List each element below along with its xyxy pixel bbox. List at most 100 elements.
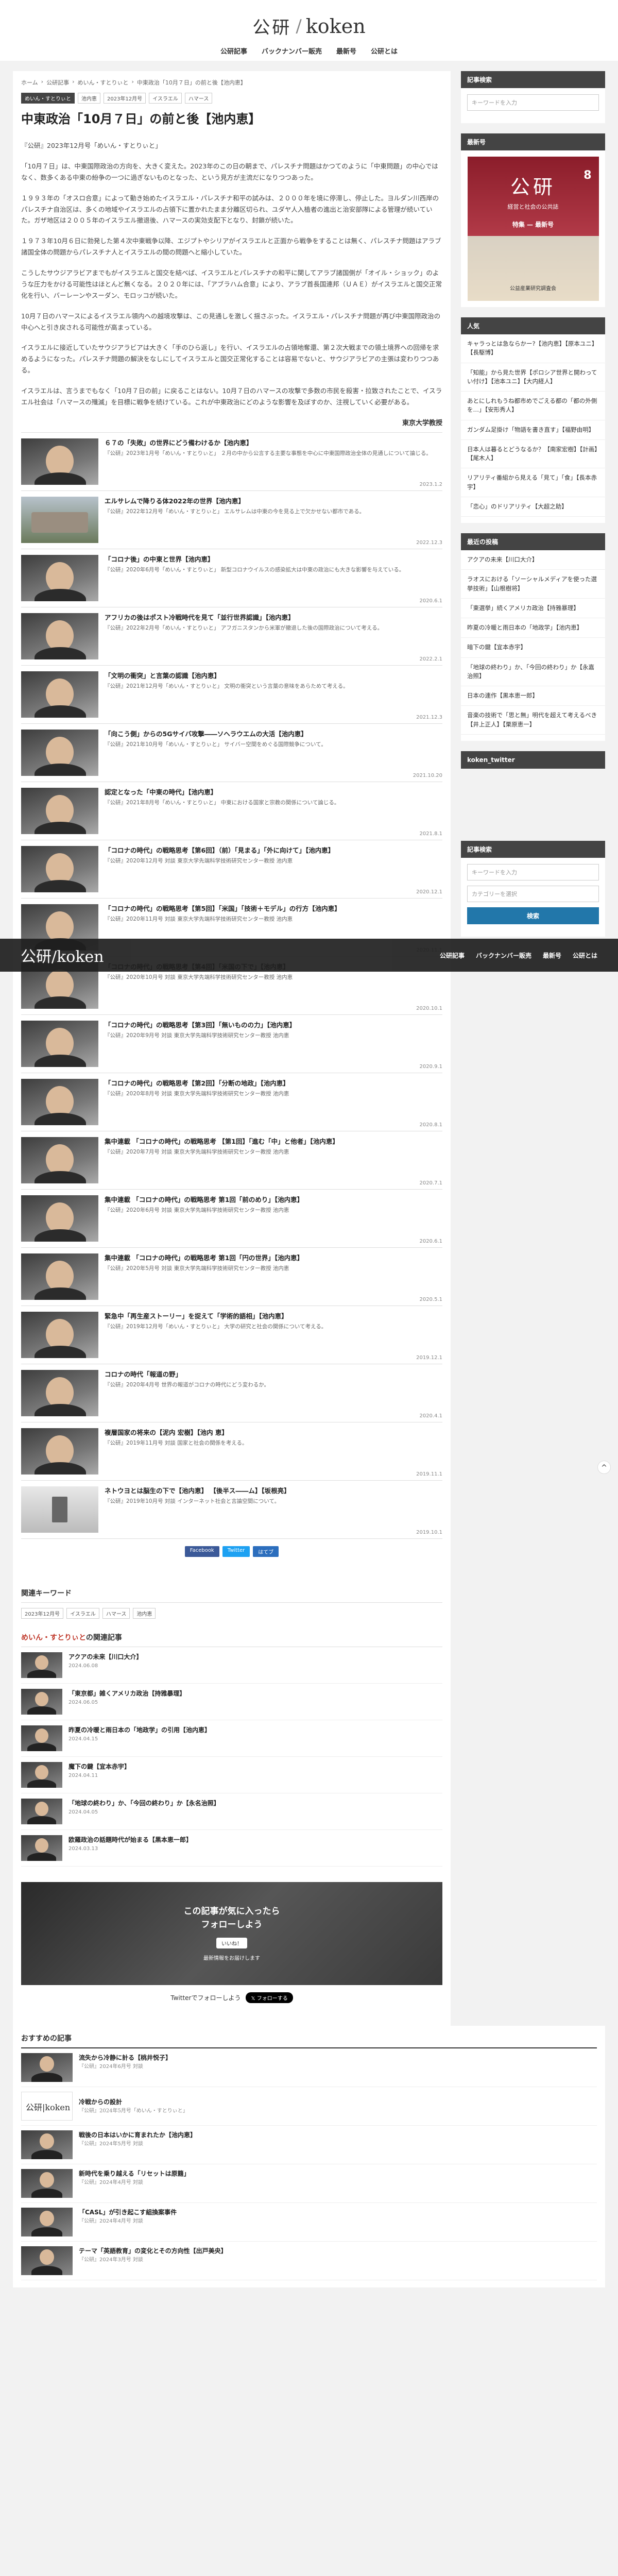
x-follow-button[interactable]: 𝕏 フォローする (246, 1992, 293, 2003)
related-article-title[interactable]: 「文明の衝突」と言葉の認識【池内恵】 (105, 671, 442, 681)
related-article-item[interactable]: エルサレムで降りる体2022年の世界【池内恵】 『公研』2022年12月号「めいん… (21, 491, 442, 549)
category-related-item[interactable]: 魔下の鍵【宜本赤宇】 2024.04.11 (21, 1757, 442, 1793)
keyword-tag[interactable]: 2023年12月号 (21, 1607, 64, 1619)
related-article-item[interactable]: ６７の「失敗」の世界にどう備わけるか【池内恵】 『公研』2023年1月号「めいん・… (21, 433, 442, 491)
related-article-title[interactable]: 「コロナの時代」の戦略思考【第2回】「分断の地政」【池内恵】 (105, 1079, 442, 1088)
recommended-item[interactable]: 流失から冷静に計る【桃井悦子】 『公研』2024年6月号 対談 (21, 2048, 597, 2087)
related-article-item[interactable]: 「コロナの時代」の戦略思考【第3回】「無いものの力」【池内恵】 『公研』2020年… (21, 1015, 442, 1073)
recommended-thumbnail[interactable] (21, 2053, 73, 2082)
breadcrumb-home[interactable]: ホーム (21, 78, 38, 87)
tag-israel[interactable]: イスラエル (149, 93, 182, 104)
recommended-title[interactable]: 冷戦からの設計 (79, 2097, 188, 2106)
site-logo[interactable]: 公研 / koken (252, 13, 365, 39)
recent-post-item[interactable]: ラオスにおける「ソーシャルメディアを使った選挙技術」【山根樹将】 (461, 570, 605, 599)
keyword-tag[interactable]: イスラエル (66, 1607, 99, 1619)
related-article-title[interactable]: ネトウヨとは脳生の下で【池内恵】 【後半ス――ム】【坂根亮】 (105, 1486, 442, 1496)
recommended-title[interactable]: 「CASL」が引き起こす組換案事件 (79, 2208, 177, 2216)
related-article-title[interactable]: 「コロナの時代」の戦略思考【第3回】「無いものの力」【池内恵】 (105, 1021, 442, 1030)
related-article-title[interactable]: 「向こう側」からの5Gサイバ攻撃――ソヘラウエムの大活【池内恵】 (105, 730, 442, 739)
tag-issue[interactable]: 2023年12月号 (104, 93, 146, 104)
related-article-thumbnail[interactable] (21, 1195, 98, 1242)
back-to-top-icon[interactable]: ^ (597, 1461, 611, 1474)
category-related-thumbnail[interactable] (21, 1652, 62, 1678)
related-article-title[interactable]: 「コロナの時代」の戦略思考【第6回】（前）「見まる」「外に向けて」【池内恵】 (105, 846, 442, 855)
related-article-title[interactable]: エルサレムで降りる体2022年の世界【池内恵】 (105, 497, 442, 506)
popular-item[interactable]: ガンダム足掛け「物語を書き直す」【福野由明】 (461, 420, 605, 440)
category-related-item[interactable]: アクアの未来【川口大介】 2024.06.08 (21, 1647, 442, 1684)
recommended-item[interactable]: 冷戦からの設計『公研』2024年5月号「めいん・すとりぃと」 (21, 2087, 597, 2126)
recommended-thumbnail[interactable] (21, 2246, 73, 2275)
recent-post-item[interactable]: 暗下の鍵【宜本赤宇】 (461, 638, 605, 658)
related-article-item[interactable]: 集中連載 「コロナの時代」の戦略思考 【第1回】「進む「中」と他者」【池内恵】『… (21, 1131, 442, 1190)
category-related-item[interactable]: 欧羅政治の話題時代が始まる【黒本恵一郎】 2024.03.13 (21, 1830, 442, 1867)
related-article-thumbnail[interactable] (21, 787, 98, 834)
popular-item[interactable]: 「知能」から見た世界【ポロシア世界と開わってい付け】【池本ユニ】【大内経人】 (461, 363, 605, 392)
recommended-thumbnail[interactable] (21, 2207, 73, 2236)
recent-post-item[interactable]: 昨夏の冷暖と雨日本の「地政学」【池内恵】 (461, 618, 605, 638)
related-article-item[interactable]: アフリカの後はポスト冷戦時代を見て「並行世界認識」【池内恵】 『公研』2022年2… (21, 607, 442, 666)
search-submit-button[interactable]: 検索 (467, 907, 599, 924)
category-related-title[interactable]: 昨夏の冷暖と雨日本の「地政学」の引用【池内恵】 (68, 1725, 211, 1734)
related-article-item[interactable]: 「コロナの時代」の戦略思考【第2回】「分断の地政」【池内恵】 『公研』2020年8… (21, 1073, 442, 1131)
breadcrumb-koken[interactable]: 公研記事 (46, 78, 69, 87)
related-article-thumbnail[interactable] (21, 671, 98, 718)
keyword-tag[interactable]: 池内恵 (133, 1607, 156, 1619)
related-article-item[interactable]: 認定となった「中東の時代」【池内恵】 『公研』2021年8月号「めいん・すとりぃと… (21, 782, 442, 840)
related-article-thumbnail[interactable] (21, 1253, 98, 1300)
related-article-thumbnail[interactable] (21, 1078, 98, 1125)
category-related-title[interactable]: アクアの未来【川口大介】 (68, 1652, 142, 1661)
related-article-title[interactable]: 集中連載 「コロナの時代」の戦略思考 第1回「円の世界」【池内恵】 (105, 1253, 442, 1263)
tag-category[interactable]: めいん・すとりぃと (21, 93, 75, 104)
related-article-item[interactable]: 「文明の衝突」と言葉の認識【池内恵】 『公研』2021年12月号「めいん・すとりぃ… (21, 666, 442, 724)
recent-post-item[interactable]: 「地球の終わり」か、「今回の終わり」か【永嘉治照】 (461, 658, 605, 686)
related-article-thumbnail[interactable] (21, 1311, 98, 1358)
related-article-title[interactable]: 集中連載 「コロナの時代」の戦略思考 【第1回】「進む「中」と他者」【池内恵】 (105, 1137, 442, 1146)
keyword-tag[interactable]: ハマース (102, 1607, 130, 1619)
breadcrumb-category[interactable]: めいん・すとりぃと (77, 78, 128, 87)
search2-input[interactable]: キーワードを入力 (467, 863, 599, 880)
recommended-item[interactable]: 新時代を乗り越える「リセットは原籍」 『公研』2024年4月号 対談 (21, 2164, 597, 2203)
sticky-logo[interactable]: 公研/koken (21, 944, 104, 967)
related-article-title[interactable]: コロナの時代「報道の野」 (105, 1370, 442, 1379)
recommended-thumbnail[interactable] (21, 2130, 73, 2159)
recommended-title[interactable]: テーマ「英語教育」の変化とその方向性【出戸美央】 (79, 2246, 227, 2255)
category-related-thumbnail[interactable] (21, 1725, 62, 1751)
recommended-item[interactable]: 戦後の日本はいかに育まれたか【池内恵】 『公研』2024年5月号 対談 (21, 2126, 597, 2164)
recommended-title[interactable]: 流失から冷静に計る【桃井悦子】 (79, 2053, 171, 2062)
related-article-title[interactable]: アフリカの後はポスト冷戦時代を見て「並行世界認識」【池内恵】 (105, 613, 442, 622)
related-article-item[interactable]: 「コロナの時代」の戦略思考【第6回】（前）「見まる」「外に向けて」【池内恵】 『公… (21, 840, 442, 899)
category-related-title[interactable]: 魔下の鍵【宜本赤宇】 (68, 1762, 130, 1771)
category-select[interactable]: カテゴリーを選択 (467, 885, 599, 902)
category-related-thumbnail[interactable] (21, 1761, 62, 1788)
category-related-title[interactable]: 「地球の終わり」か、「今回の終わり」か【永名治照】 (68, 1799, 220, 1807)
recommended-title[interactable]: 新時代を乗り越える「リセットは原籍」 (79, 2169, 190, 2178)
recommended-thumbnail[interactable] (21, 2091, 73, 2121)
recent-post-item[interactable]: アクアの未来【川口大介】 (461, 550, 605, 570)
recent-post-item[interactable]: 日本の連作【黒本恵一郎】 (461, 686, 605, 706)
category-related-title[interactable]: 欧羅政治の話題時代が始まる【黒本恵一郎】 (68, 1835, 192, 1844)
category-link[interactable]: めいん・すとりぃと (21, 1634, 86, 1642)
related-article-item[interactable]: 集中連載 「コロナの時代」の戦略思考 第1回「前のめり」【池内恵】 『公研』202… (21, 1190, 442, 1248)
related-article-thumbnail[interactable] (21, 554, 98, 601)
related-article-item[interactable]: 複層国家の将来の【泥内 宏樹】【池内 恵】 『公研』2019年11月号 対談 国家… (21, 1422, 442, 1481)
nav-latest-issue[interactable]: 最新号 (336, 46, 356, 56)
tag-hamas[interactable]: ハマース (184, 93, 213, 104)
recommended-thumbnail[interactable] (21, 2168, 73, 2198)
related-article-title[interactable]: 集中連載 「コロナの時代」の戦略思考 第1回「前のめり」【池内恵】 (105, 1195, 442, 1205)
related-article-thumbnail[interactable] (21, 496, 98, 543)
category-related-thumbnail[interactable] (21, 1835, 62, 1861)
sticky-nav-back-numbers[interactable]: バックナンバー販売 (476, 951, 531, 960)
related-article-title[interactable]: 認定となった「中東の時代」【池内恵】 (105, 788, 442, 797)
recent-post-item[interactable]: 「東選挙」続くアメリカ政治【持雅暴理】 (461, 599, 605, 618)
share-twitter-button[interactable]: Twitter (222, 1546, 250, 1557)
category-related-item[interactable]: 昨夏の冷暖と雨日本の「地政学」の引用【池内恵】 2024.04.15 (21, 1720, 442, 1757)
popular-item[interactable]: 「恋心」のドリアリティ【大超之助】 (461, 497, 605, 517)
related-article-thumbnail[interactable] (21, 613, 98, 659)
related-article-title[interactable]: 複層国家の将来の【泥内 宏樹】【池内 恵】 (105, 1428, 442, 1437)
category-related-item[interactable]: 「東京都」雑くアメリカ政治【持雅暴理】 2024.06.05 (21, 1684, 442, 1720)
search-input[interactable]: キーワードを入力 (467, 94, 599, 111)
sticky-nav-about[interactable]: 公研とは (573, 951, 597, 960)
related-article-thumbnail[interactable] (21, 1486, 98, 1533)
related-article-thumbnail[interactable] (21, 1137, 98, 1183)
like-button[interactable]: いいね！ (216, 1938, 247, 1949)
